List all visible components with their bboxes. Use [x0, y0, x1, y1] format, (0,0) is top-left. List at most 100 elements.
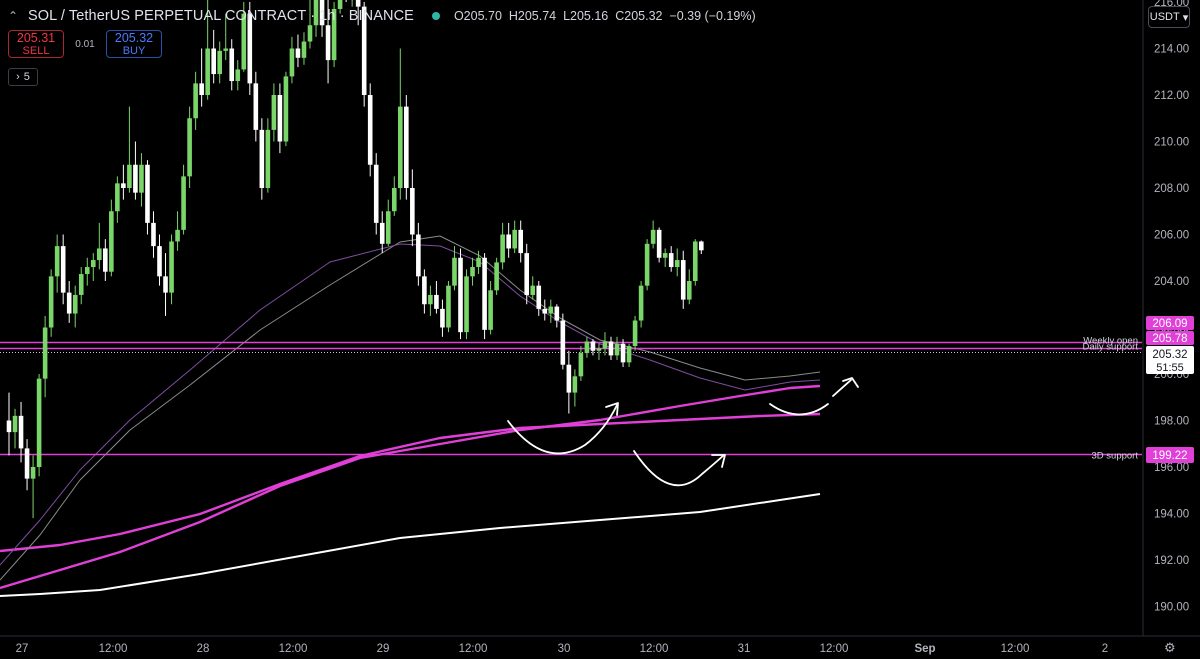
candle-body — [632, 320, 638, 347]
candle-body — [90, 260, 96, 268]
price-tick-label: 212.00 — [1154, 90, 1189, 102]
time-tick-label: 12:00 — [279, 643, 308, 655]
ma-white-slow — [0, 493, 821, 597]
candle-body — [163, 276, 168, 293]
candle-body — [6, 420, 12, 433]
time-tick-label: 12:00 — [99, 643, 128, 655]
collapse-chevron-icon[interactable]: ⌃ — [8, 9, 22, 23]
candle-body — [367, 95, 373, 165]
level-label: Daily support — [1083, 342, 1139, 353]
candle-body — [42, 327, 48, 379]
candle-body — [680, 260, 686, 300]
price-tick-label: 192.00 — [1154, 555, 1189, 567]
candle-body — [566, 364, 572, 393]
candle-body — [668, 253, 674, 268]
candle-body — [416, 234, 421, 277]
moving-averages — [0, 235, 821, 597]
level-label: 3D support — [1092, 451, 1139, 462]
candle-body — [560, 320, 566, 365]
candle-body — [608, 341, 614, 356]
price-tick-label: 210.00 — [1154, 137, 1189, 149]
candle-body — [283, 76, 289, 142]
candle-body — [307, 25, 313, 42]
candle-body — [656, 229, 662, 258]
candle-body — [620, 343, 626, 363]
candle-body — [428, 294, 433, 305]
settings-gear-icon[interactable]: ⚙ — [1164, 640, 1176, 656]
candle-body — [60, 246, 66, 293]
symbol-title[interactable]: SOL / TetherUS PERPETUAL CONTRACT · 1h ·… — [28, 8, 414, 24]
chevron-icon: › — [16, 71, 20, 83]
candle-body — [265, 129, 271, 188]
candle-body — [482, 257, 487, 330]
candle-body — [644, 243, 650, 286]
candle-body — [686, 281, 692, 300]
candle-body — [30, 467, 36, 479]
currency-select[interactable]: USDT ▾ — [1148, 6, 1190, 28]
candlesticks — [6, 0, 704, 519]
candle-body — [169, 241, 174, 293]
ma-magenta-200 — [0, 412, 821, 553]
candle-body — [524, 253, 530, 295]
indicators-toggle-button[interactable]: › 5 — [8, 68, 38, 86]
candle-body — [229, 48, 235, 82]
ohlc-readout: O205.70 H205.74 L205.16 C205.32 −0.39 (−… — [453, 9, 756, 23]
current-price-value: 205.32 — [1152, 349, 1187, 361]
price-chart[interactable]: Weekly openDaily support3D support 190.0… — [0, 0, 1200, 659]
candle-body — [476, 257, 481, 268]
candle-body — [440, 308, 445, 328]
candle-body — [488, 290, 493, 330]
buy-button[interactable]: 205.32 BUY — [106, 30, 162, 58]
candle-body — [271, 95, 277, 130]
time-tick-label: 12:00 — [459, 643, 488, 655]
candle-body — [452, 257, 457, 286]
candle-body — [151, 222, 156, 247]
candle-body — [205, 48, 210, 95]
candle-body — [97, 248, 102, 261]
candle-body — [181, 176, 186, 230]
candle-body — [404, 106, 409, 188]
sell-button[interactable]: 205.31 SELL — [8, 30, 64, 58]
candle-body — [548, 306, 554, 314]
candle-body — [626, 346, 632, 363]
candle-body — [115, 183, 120, 212]
candle-body — [458, 257, 463, 333]
candle-body — [650, 229, 656, 244]
candle-body — [175, 229, 180, 242]
candle-body — [24, 448, 30, 479]
candle-body — [121, 183, 126, 188]
candle-body — [470, 267, 475, 277]
time-axis[interactable]: 27 12:00 28 12:00 29 12:00 30 12:00 31 12:00 Sep 12… — [0, 635, 1200, 655]
candle-body — [379, 222, 385, 244]
candle-body — [109, 211, 114, 272]
time-tick-label: 29 — [377, 643, 390, 655]
indicators-count: 5 — [23, 71, 30, 83]
candle-body — [385, 211, 391, 244]
candle-body — [18, 415, 24, 449]
candle-body — [36, 378, 42, 467]
candle-body — [500, 234, 505, 263]
candle-body — [187, 118, 192, 177]
time-tick-label: Sep — [914, 643, 935, 655]
price-tick-label: 198.00 — [1154, 416, 1189, 428]
time-tick-label: 30 — [558, 643, 571, 655]
candle-body — [434, 294, 439, 309]
candle-body — [66, 292, 72, 314]
candle-body — [554, 306, 560, 321]
candle-body — [446, 285, 451, 328]
candle-body — [530, 285, 536, 295]
candle-body — [253, 83, 259, 130]
ma-gray — [0, 235, 821, 581]
candle-body — [295, 48, 301, 58]
bar-countdown: 51:55 — [1156, 362, 1184, 374]
ma-magenta-100 — [0, 384, 821, 590]
change-value: −0.39 (−0.19%) — [669, 9, 756, 23]
candle-body — [157, 246, 162, 277]
candle-body — [235, 69, 241, 82]
candle-body — [289, 48, 295, 77]
candle-body — [596, 348, 602, 351]
candle-body — [512, 229, 517, 249]
candle-body — [48, 276, 54, 328]
candle-body — [145, 164, 150, 223]
candle-body — [72, 294, 78, 314]
